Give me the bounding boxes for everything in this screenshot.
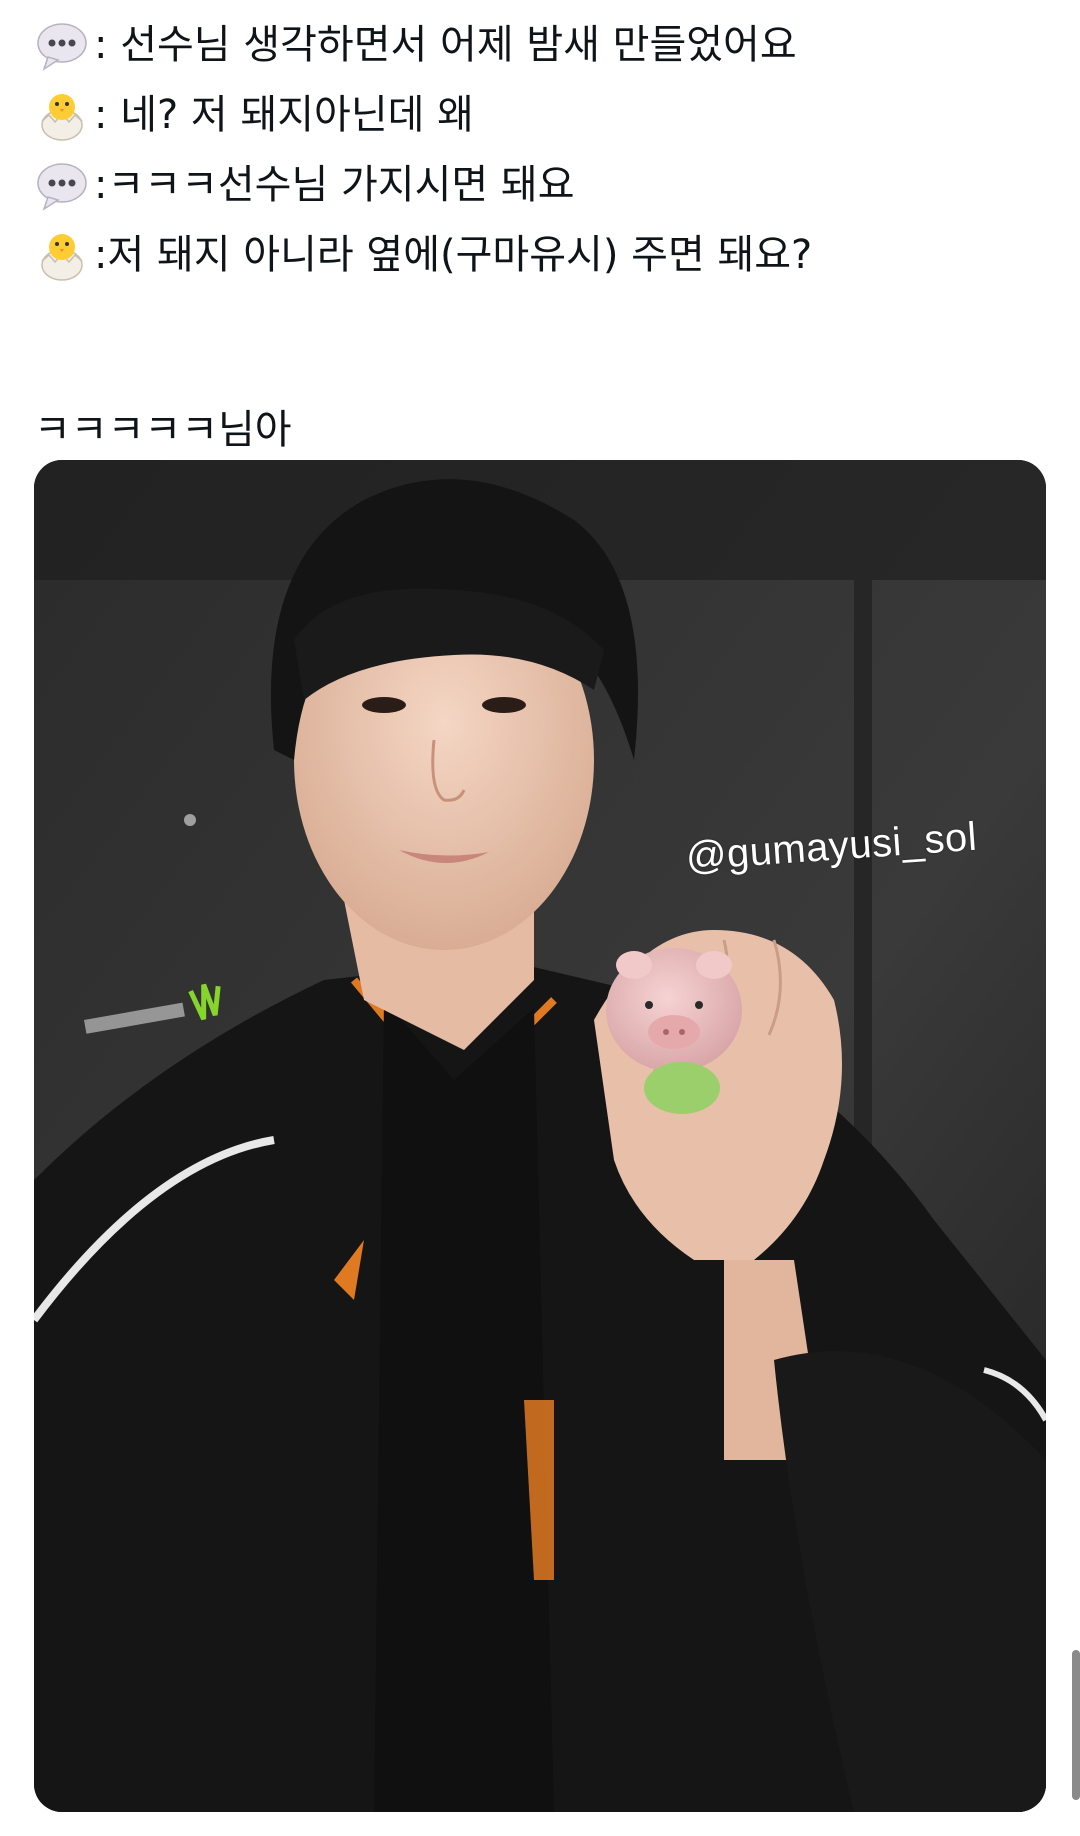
speech-balloon-icon [34, 157, 90, 213]
post-photo[interactable]: @gumayusi_sol [34, 460, 1046, 1812]
hatching-chick-icon [34, 87, 90, 143]
hatching-chick-icon [34, 227, 90, 283]
closing-text: ㅋㅋㅋㅋㅋ님아 [34, 407, 292, 453]
speech-balloon-icon [34, 17, 90, 73]
dialogue-line-2: : 네? 저 돼지아닌데 왜 [34, 80, 1044, 150]
photo-illustration [34, 460, 1046, 1812]
dialogue-text: :ㅋㅋㅋ선수님 가지시면 돼요 [94, 162, 575, 208]
dialogue-line-3: :ㅋㅋㅋ선수님 가지시면 돼요 [34, 150, 1044, 220]
dialogue-text: : 선수님 생각하면서 어제 밤새 만들었어요 [94, 22, 797, 68]
dialogue-text: : 네? 저 돼지아닌데 왜 [94, 92, 474, 138]
dialogue-text: :저 돼지 아니라 옆에(구마유시) 주면 돼요? [94, 232, 813, 278]
scrollbar[interactable] [1072, 1650, 1080, 1800]
dialogue-line-4: :저 돼지 아니라 옆에(구마유시) 주면 돼요? [34, 220, 1044, 290]
dialogue-line-1: : 선수님 생각하면서 어제 밤새 만들었어요 [34, 10, 1044, 80]
post-body: : 선수님 생각하면서 어제 밤새 만들었어요 : 네? 저 돼지아닌데 왜 :… [34, 10, 1044, 466]
